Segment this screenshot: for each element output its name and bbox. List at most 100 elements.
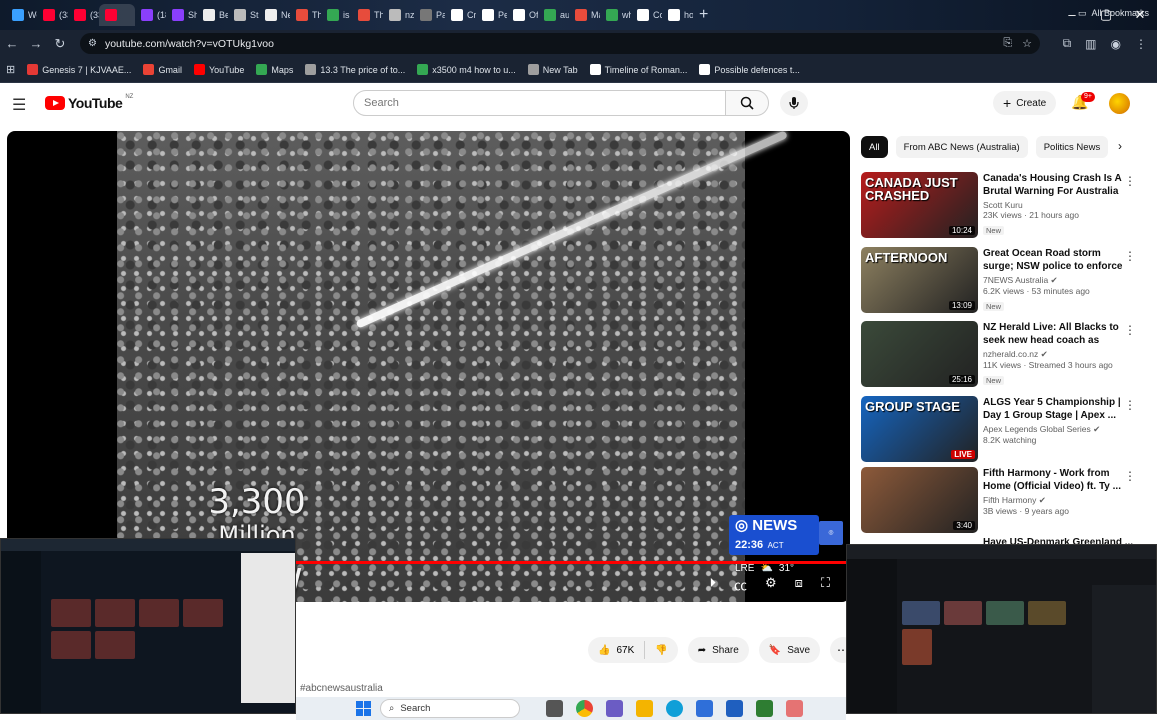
- browser-tab[interactable]: Of: [507, 4, 538, 26]
- browser-tab[interactable]: is a: [321, 4, 352, 26]
- fullscreen-icon[interactable]: ⛶: [821, 575, 830, 594]
- bookmark-item[interactable]: New Tab: [527, 64, 578, 75]
- voice-search-button[interactable]: [780, 90, 808, 116]
- channel-name[interactable]: nzherald.co.nz ✔: [983, 349, 1125, 360]
- more-options-icon[interactable]: ⋮: [1124, 398, 1136, 412]
- recommendation-title[interactable]: Fifth Harmony - Work from Home (Official…: [983, 467, 1125, 493]
- more-options-icon[interactable]: ⋮: [1124, 323, 1136, 337]
- share-button[interactable]: ➦ Share: [687, 637, 749, 663]
- bookmark-item[interactable]: Timeline of Roman...: [589, 64, 687, 75]
- recommendation-title[interactable]: Canada's Housing Crash Is A Brutal Warni…: [983, 172, 1125, 198]
- browser-tab[interactable]: wh: [600, 4, 631, 26]
- create-button[interactable]: + Create: [993, 91, 1057, 115]
- autoplay-toggle-icon[interactable]: ⏵: [709, 575, 716, 594]
- bookmark-item[interactable]: x3500 m4 how to u...: [417, 64, 516, 75]
- browser-tab[interactable]: [99, 4, 135, 26]
- browser-tab[interactable]: Ne: [259, 4, 290, 26]
- site-info-icon[interactable]: ⚙: [88, 38, 97, 49]
- browser-tab[interactable]: (33: [68, 4, 99, 26]
- install-icon[interactable]: ⎘: [1003, 37, 1012, 50]
- forward-icon[interactable]: →: [24, 36, 48, 51]
- mail-icon[interactable]: [696, 700, 713, 717]
- filter-chip[interactable]: From ABC News (Australia): [895, 136, 1028, 158]
- recommendation-title[interactable]: ALGS Year 5 Championship | Day 1 Group S…: [983, 396, 1125, 422]
- recommendation-item[interactable]: 3:40 Fifth Harmony - Work from Home (Offi…: [861, 467, 1141, 535]
- spotify-icon[interactable]: [756, 700, 773, 717]
- reload-icon[interactable]: ↻: [48, 36, 72, 52]
- hamburger-menu-icon[interactable]: ☰: [12, 95, 26, 115]
- bookmark-item[interactable]: Genesis 7 | KJVAAE...: [27, 64, 131, 75]
- recommendation-item[interactable]: AFTERNOON 13:09 Great Ocean Road storm sur…: [861, 247, 1141, 315]
- browser-tab[interactable]: Cr: [445, 4, 476, 26]
- save-button[interactable]: 🔖 Save: [758, 637, 821, 663]
- video-thumbnail[interactable]: GROUP STAGE LIVE: [861, 396, 978, 462]
- store-icon[interactable]: [726, 700, 743, 717]
- bookmark-item[interactable]: 13.3 The price of to...: [305, 64, 405, 75]
- file-explorer-icon[interactable]: [636, 700, 653, 717]
- browser-tab[interactable]: Str: [228, 4, 259, 26]
- recommendation-title[interactable]: NZ Herald Live: All Blacks to seek new h…: [983, 321, 1125, 347]
- browser-tab[interactable]: Th: [352, 4, 383, 26]
- browser-tab[interactable]: Th: [290, 4, 321, 26]
- browser-tab[interactable]: Co: [631, 4, 662, 26]
- back-icon[interactable]: ←: [0, 36, 24, 51]
- more-options-icon[interactable]: ⋮: [1124, 469, 1136, 483]
- bookmark-item[interactable]: Possible defences t...: [699, 64, 800, 75]
- task-view-icon[interactable]: [546, 700, 563, 717]
- address-bar[interactable]: ⚙ youtube.com/watch?v=vOTUkg1voo ⎘ ☆: [80, 33, 1040, 54]
- video-thumbnail[interactable]: CANADA JUST CRASHED 10:24: [861, 172, 978, 238]
- like-button[interactable]: 👍 67K: [588, 641, 646, 659]
- bookmark-item[interactable]: Gmail: [143, 64, 182, 75]
- video-thumbnail[interactable]: 25:16: [861, 321, 978, 387]
- browser-tab[interactable]: (18: [135, 4, 166, 26]
- more-options-icon[interactable]: ⋮: [1124, 249, 1136, 263]
- search-button[interactable]: [725, 90, 769, 116]
- windows-start-icon[interactable]: [356, 701, 371, 716]
- video-thumbnail[interactable]: AFTERNOON 13:09: [861, 247, 978, 313]
- channel-name[interactable]: Fifth Harmony ✔: [983, 495, 1125, 506]
- app-icon[interactable]: [786, 700, 803, 717]
- youtube-logo[interactable]: YouTube NZ: [45, 94, 133, 111]
- edge-icon[interactable]: [666, 700, 683, 717]
- browser-tab[interactable]: We: [6, 4, 37, 26]
- browser-tab[interactable]: au: [538, 4, 569, 26]
- profile-icon[interactable]: ◉: [1111, 37, 1121, 51]
- browser-tab[interactable]: Pa: [414, 4, 445, 26]
- recommendation-item[interactable]: 25:16 NZ Herald Live: All Blacks to seek …: [861, 321, 1141, 389]
- captions-icon[interactable]: ㏄: [734, 575, 747, 594]
- menu-icon[interactable]: ⋮: [1135, 37, 1147, 51]
- app-icon[interactable]: [606, 700, 623, 717]
- browser-tab[interactable]: Pe: [476, 4, 507, 26]
- browser-tab[interactable]: Be: [197, 4, 228, 26]
- all-bookmarks-button[interactable]: ▭ All Bookmarks: [1078, 0, 1149, 26]
- apps-grid-icon[interactable]: ⊞: [6, 63, 15, 76]
- bookmark-star-icon[interactable]: ☆: [1022, 37, 1032, 50]
- bookmark-item[interactable]: YouTube: [193, 64, 244, 75]
- extensions-icon[interactable]: ⧉: [1063, 36, 1072, 51]
- video-thumbnail[interactable]: 3:40: [861, 467, 978, 533]
- dislike-button[interactable]: 👎: [645, 645, 677, 656]
- url-text[interactable]: youtube.com/watch?v=vOTUkg1voo: [105, 38, 274, 50]
- browser-tab[interactable]: ho: [662, 4, 693, 26]
- browser-tab[interactable]: Sh: [166, 4, 197, 26]
- chevron-right-icon[interactable]: ›: [1118, 139, 1122, 153]
- video-player[interactable]: 3,300 Million NOW ◎ NEWS 22:36 ACT ◎ LRE…: [7, 131, 850, 602]
- hashtag-link[interactable]: #abcnewsaustralia: [300, 683, 383, 694]
- more-options-icon[interactable]: ⋮: [1124, 174, 1136, 188]
- browser-tab[interactable]: Ma: [569, 4, 600, 26]
- browser-tab[interactable]: (33: [37, 4, 68, 26]
- channel-name[interactable]: 7NEWS Australia ✔: [983, 275, 1125, 286]
- channel-name[interactable]: Apex Legends Global Series ✔: [983, 424, 1125, 435]
- browser-tab[interactable]: nz: [383, 4, 414, 26]
- recommendation-item[interactable]: GROUP STAGE LIVE ALGS Year 5 Championship …: [861, 396, 1141, 464]
- miniplayer-icon[interactable]: ⧈: [795, 575, 803, 594]
- account-avatar[interactable]: [1109, 93, 1130, 114]
- new-tab-plus-icon[interactable]: +: [699, 6, 719, 24]
- recommendation-title[interactable]: Great Ocean Road storm surge; NSW police…: [983, 247, 1125, 273]
- taskbar-search[interactable]: ⌕ Search: [380, 699, 520, 718]
- settings-gear-icon[interactable]: ⚙: [765, 575, 777, 594]
- recommendation-item[interactable]: CANADA JUST CRASHED 10:24 Canada's Housing…: [861, 172, 1141, 240]
- filter-chip[interactable]: Politics News: [1035, 136, 1109, 158]
- bookmark-item[interactable]: Maps: [256, 64, 293, 75]
- sidepanel-icon[interactable]: ▥: [1085, 37, 1096, 51]
